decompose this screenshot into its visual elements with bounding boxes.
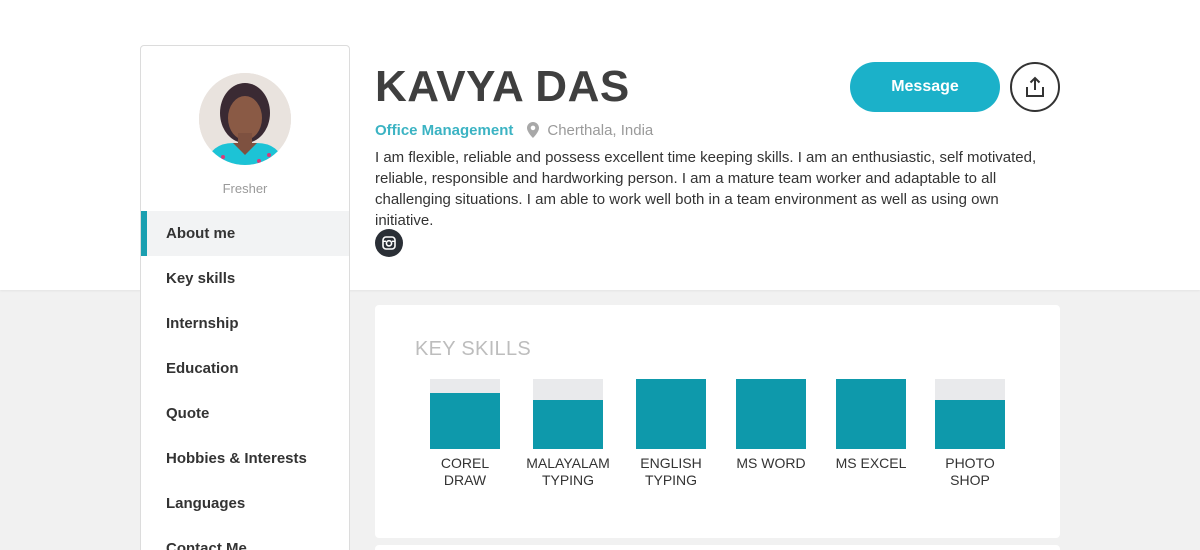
skill-bar-fill (533, 400, 603, 449)
profile-name: KAVYA DAS (375, 62, 630, 111)
profile-subline: Office Management Cherthala, India (375, 120, 653, 140)
skill-label: COREL DRAW (440, 455, 490, 488)
skill-ms-word: MS WORD (721, 379, 821, 472)
skill-photo-shop: PHOTO SHOP (920, 379, 1020, 489)
experience-status: Fresher (222, 181, 268, 196)
sidebar-item-contact-me[interactable]: Contact Me (141, 526, 349, 550)
skill-label: PHOTO SHOP (945, 455, 995, 488)
sidebar-item-languages[interactable]: Languages (141, 481, 349, 526)
skill-bar (736, 379, 806, 449)
skill-bar-fill (430, 393, 500, 449)
sidebar-item-internship[interactable]: Internship (141, 301, 349, 346)
skill-corel-draw: COREL DRAW (415, 379, 515, 489)
skill-bar-fill (836, 379, 906, 449)
skill-bar-fill (636, 379, 706, 449)
skill-bar (836, 379, 906, 449)
share-upload-icon (1026, 76, 1044, 97)
skill-malayalam-typing: MALAYALAM TYPING (518, 379, 618, 489)
sidebar-item-education[interactable]: Education (141, 346, 349, 391)
skill-bar (430, 379, 500, 449)
skill-bar (533, 379, 603, 449)
profile-role: Office Management (375, 121, 514, 139)
profile-location: Cherthala, India (547, 121, 654, 139)
sidebar-item-hobbies[interactable]: Hobbies & Interests (141, 436, 349, 481)
skills-row: COREL DRAW MALAYALAM TYPING ENGLISH TYPING … (375, 379, 1060, 499)
avatar (199, 73, 291, 165)
sidebar-item-key-skills[interactable]: Key skills (141, 256, 349, 301)
share-button[interactable] (1010, 62, 1060, 112)
sidebar-nav: About me Key skills Internship Education… (141, 211, 349, 550)
skill-label: MS WORD (736, 455, 806, 471)
skill-label: MALAYALAM TYPING (526, 455, 610, 488)
sidebar-item-about-me[interactable]: About me (141, 211, 349, 256)
skill-label: MS EXCEL (835, 455, 907, 471)
avatar-photo (199, 73, 291, 165)
skill-english-typing: ENGLISH TYPING (621, 379, 721, 489)
key-skills-title: KEY SKILLS (415, 338, 532, 360)
skill-bar (935, 379, 1005, 449)
skill-bar-fill (736, 379, 806, 449)
skill-bar (636, 379, 706, 449)
key-skills-card: KEY SKILLS COREL DRAW MALAYALAM TYPING ENG… (375, 305, 1060, 538)
location-pin-icon (527, 122, 540, 138)
skill-bar-fill (935, 400, 1005, 449)
skill-label: ENGLISH TYPING (640, 455, 702, 488)
about-text: I am flexible, reliable and possess exce… (375, 149, 1037, 229)
instagram-icon[interactable] (375, 229, 403, 257)
next-section-card (375, 545, 1060, 550)
message-button[interactable]: Message (850, 62, 1000, 112)
sidebar-item-quote[interactable]: Quote (141, 391, 349, 436)
skill-ms-excel: MS EXCEL (821, 379, 921, 472)
profile-sidebar: Fresher About me Key skills Internship E… (140, 45, 350, 550)
